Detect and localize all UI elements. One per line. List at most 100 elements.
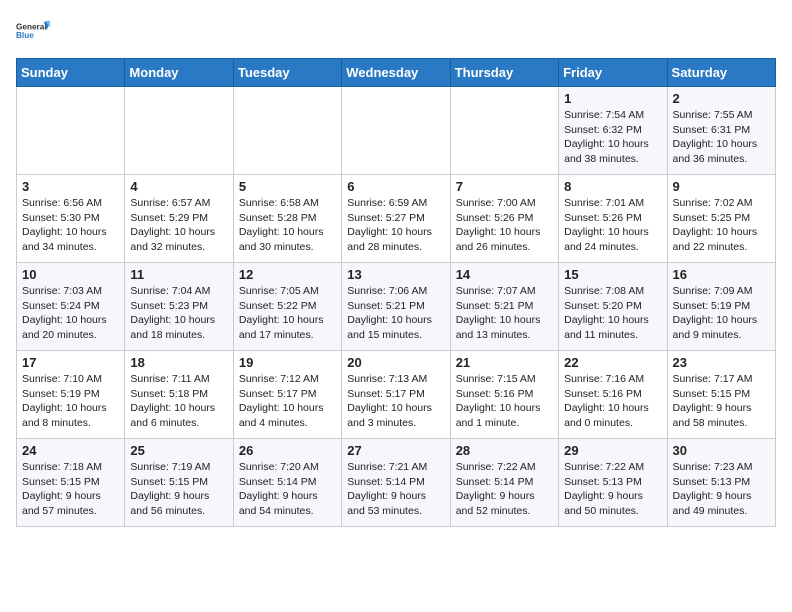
weekday-header-wednesday: Wednesday [342,59,450,87]
day-info: Sunrise: 7:08 AM Sunset: 5:20 PM Dayligh… [564,284,661,343]
calendar-cell: 4 Sunrise: 6:57 AM Sunset: 5:29 PM Daylig… [125,175,233,263]
logo-icon: GeneralBlue [16,16,52,46]
calendar-cell: 9Sunrise: 7:02 AM Sunset: 5:25 PM Daylig… [667,175,775,263]
calendar-cell: 24 Sunrise: 7:18 AM Sunset: 5:15 PM Dayli… [17,439,125,527]
day-number: 28 [456,443,553,458]
day-info: Sunrise: 7:17 AM Sunset: 5:15 PM Dayligh… [673,372,770,431]
calendar-week-4: 17 Sunrise: 7:10 AM Sunset: 5:19 PM Dayli… [17,351,776,439]
day-info: Sunrise: 7:05 AM Sunset: 5:22 PM Dayligh… [239,284,336,343]
day-number: 23 [673,355,770,370]
calendar-cell: 2Sunrise: 7:55 AM Sunset: 6:31 PM Daylig… [667,87,775,175]
day-info: Sunrise: 7:21 AM Sunset: 5:14 PM Dayligh… [347,460,444,519]
calendar-cell: 26 Sunrise: 7:20 AM Sunset: 5:14 PM Dayli… [233,439,341,527]
day-info: Sunrise: 7:16 AM Sunset: 5:16 PM Dayligh… [564,372,661,431]
svg-text:General: General [16,22,47,31]
day-info: Sunrise: 7:19 AM Sunset: 5:15 PM Dayligh… [130,460,227,519]
calendar-cell: 30Sunrise: 7:23 AM Sunset: 5:13 PM Dayli… [667,439,775,527]
weekday-header-thursday: Thursday [450,59,558,87]
day-info: Sunrise: 7:02 AM Sunset: 5:25 PM Dayligh… [673,196,770,255]
day-number: 29 [564,443,661,458]
weekday-header-friday: Friday [559,59,667,87]
day-info: Sunrise: 7:15 AM Sunset: 5:16 PM Dayligh… [456,372,553,431]
weekday-header-tuesday: Tuesday [233,59,341,87]
day-info: Sunrise: 7:03 AM Sunset: 5:24 PM Dayligh… [22,284,119,343]
day-number: 10 [22,267,119,282]
day-number: 7 [456,179,553,194]
calendar-cell: 12 Sunrise: 7:05 AM Sunset: 5:22 PM Dayli… [233,263,341,351]
calendar-cell: 7 Sunrise: 7:00 AM Sunset: 5:26 PM Daylig… [450,175,558,263]
calendar-cell: 5Sunrise: 6:58 AM Sunset: 5:28 PM Daylig… [233,175,341,263]
day-number: 5 [239,179,336,194]
day-number: 19 [239,355,336,370]
day-number: 27 [347,443,444,458]
day-info: Sunrise: 7:54 AM Sunset: 6:32 PM Dayligh… [564,108,661,167]
day-number: 13 [347,267,444,282]
day-number: 8 [564,179,661,194]
calendar-cell: 21Sunrise: 7:15 AM Sunset: 5:16 PM Dayli… [450,351,558,439]
calendar-cell: 20 Sunrise: 7:13 AM Sunset: 5:17 PM Dayli… [342,351,450,439]
calendar-cell: 27 Sunrise: 7:21 AM Sunset: 5:14 PM Dayli… [342,439,450,527]
logo: GeneralBlue [16,16,52,46]
day-info: Sunrise: 7:04 AM Sunset: 5:23 PM Dayligh… [130,284,227,343]
day-info: Sunrise: 7:22 AM Sunset: 5:13 PM Dayligh… [564,460,661,519]
day-number: 24 [22,443,119,458]
calendar-header: SundayMondayTuesdayWednesdayThursdayFrid… [17,59,776,87]
calendar-cell [125,87,233,175]
calendar-cell: 1Sunrise: 7:54 AM Sunset: 6:32 PM Daylig… [559,87,667,175]
day-number: 22 [564,355,661,370]
calendar-cell: 17 Sunrise: 7:10 AM Sunset: 5:19 PM Dayli… [17,351,125,439]
day-number: 15 [564,267,661,282]
weekday-header-monday: Monday [125,59,233,87]
calendar-cell: 23 Sunrise: 7:17 AM Sunset: 5:15 PM Dayli… [667,351,775,439]
day-info: Sunrise: 7:23 AM Sunset: 5:13 PM Dayligh… [673,460,770,519]
calendar-week-5: 24 Sunrise: 7:18 AM Sunset: 5:15 PM Dayli… [17,439,776,527]
calendar-cell: 6 Sunrise: 6:59 AM Sunset: 5:27 PM Daylig… [342,175,450,263]
calendar-body: 1Sunrise: 7:54 AM Sunset: 6:32 PM Daylig… [17,87,776,527]
day-number: 26 [239,443,336,458]
calendar-cell: 11Sunrise: 7:04 AM Sunset: 5:23 PM Dayli… [125,263,233,351]
day-number: 12 [239,267,336,282]
day-number: 25 [130,443,227,458]
calendar-cell [342,87,450,175]
calendar-cell: 28 Sunrise: 7:22 AM Sunset: 5:14 PM Dayli… [450,439,558,527]
day-number: 3 [22,179,119,194]
day-info: Sunrise: 6:56 AM Sunset: 5:30 PM Dayligh… [22,196,119,255]
day-info: Sunrise: 7:22 AM Sunset: 5:14 PM Dayligh… [456,460,553,519]
weekday-row: SundayMondayTuesdayWednesdayThursdayFrid… [17,59,776,87]
day-number: 14 [456,267,553,282]
calendar-cell: 14 Sunrise: 7:07 AM Sunset: 5:21 PM Dayli… [450,263,558,351]
weekday-header-sunday: Sunday [17,59,125,87]
day-info: Sunrise: 7:09 AM Sunset: 5:19 PM Dayligh… [673,284,770,343]
day-info: Sunrise: 7:20 AM Sunset: 5:14 PM Dayligh… [239,460,336,519]
calendar-table: SundayMondayTuesdayWednesdayThursdayFrid… [16,58,776,527]
calendar-cell: 18 Sunrise: 7:11 AM Sunset: 5:18 PM Dayli… [125,351,233,439]
day-number: 18 [130,355,227,370]
day-number: 20 [347,355,444,370]
calendar-cell: 13Sunrise: 7:06 AM Sunset: 5:21 PM Dayli… [342,263,450,351]
calendar-week-1: 1Sunrise: 7:54 AM Sunset: 6:32 PM Daylig… [17,87,776,175]
calendar-cell [450,87,558,175]
calendar-cell [233,87,341,175]
calendar-cell [17,87,125,175]
calendar-cell: 29 Sunrise: 7:22 AM Sunset: 5:13 PM Dayli… [559,439,667,527]
day-info: Sunrise: 7:00 AM Sunset: 5:26 PM Dayligh… [456,196,553,255]
calendar-cell: 8Sunrise: 7:01 AM Sunset: 5:26 PM Daylig… [559,175,667,263]
day-info: Sunrise: 7:55 AM Sunset: 6:31 PM Dayligh… [673,108,770,167]
day-info: Sunrise: 7:18 AM Sunset: 5:15 PM Dayligh… [22,460,119,519]
day-info: Sunrise: 7:10 AM Sunset: 5:19 PM Dayligh… [22,372,119,431]
day-info: Sunrise: 6:57 AM Sunset: 5:29 PM Dayligh… [130,196,227,255]
calendar-week-2: 3 Sunrise: 6:56 AM Sunset: 5:30 PM Daylig… [17,175,776,263]
weekday-header-saturday: Saturday [667,59,775,87]
svg-text:Blue: Blue [16,31,34,40]
day-info: Sunrise: 7:11 AM Sunset: 5:18 PM Dayligh… [130,372,227,431]
calendar-week-3: 10 Sunrise: 7:03 AM Sunset: 5:24 PM Dayli… [17,263,776,351]
calendar-cell: 15 Sunrise: 7:08 AM Sunset: 5:20 PM Dayli… [559,263,667,351]
day-number: 17 [22,355,119,370]
day-info: Sunrise: 6:59 AM Sunset: 5:27 PM Dayligh… [347,196,444,255]
day-number: 6 [347,179,444,194]
calendar-cell: 22 Sunrise: 7:16 AM Sunset: 5:16 PM Dayli… [559,351,667,439]
day-info: Sunrise: 7:13 AM Sunset: 5:17 PM Dayligh… [347,372,444,431]
calendar-cell: 25 Sunrise: 7:19 AM Sunset: 5:15 PM Dayli… [125,439,233,527]
day-info: Sunrise: 7:07 AM Sunset: 5:21 PM Dayligh… [456,284,553,343]
day-number: 4 [130,179,227,194]
